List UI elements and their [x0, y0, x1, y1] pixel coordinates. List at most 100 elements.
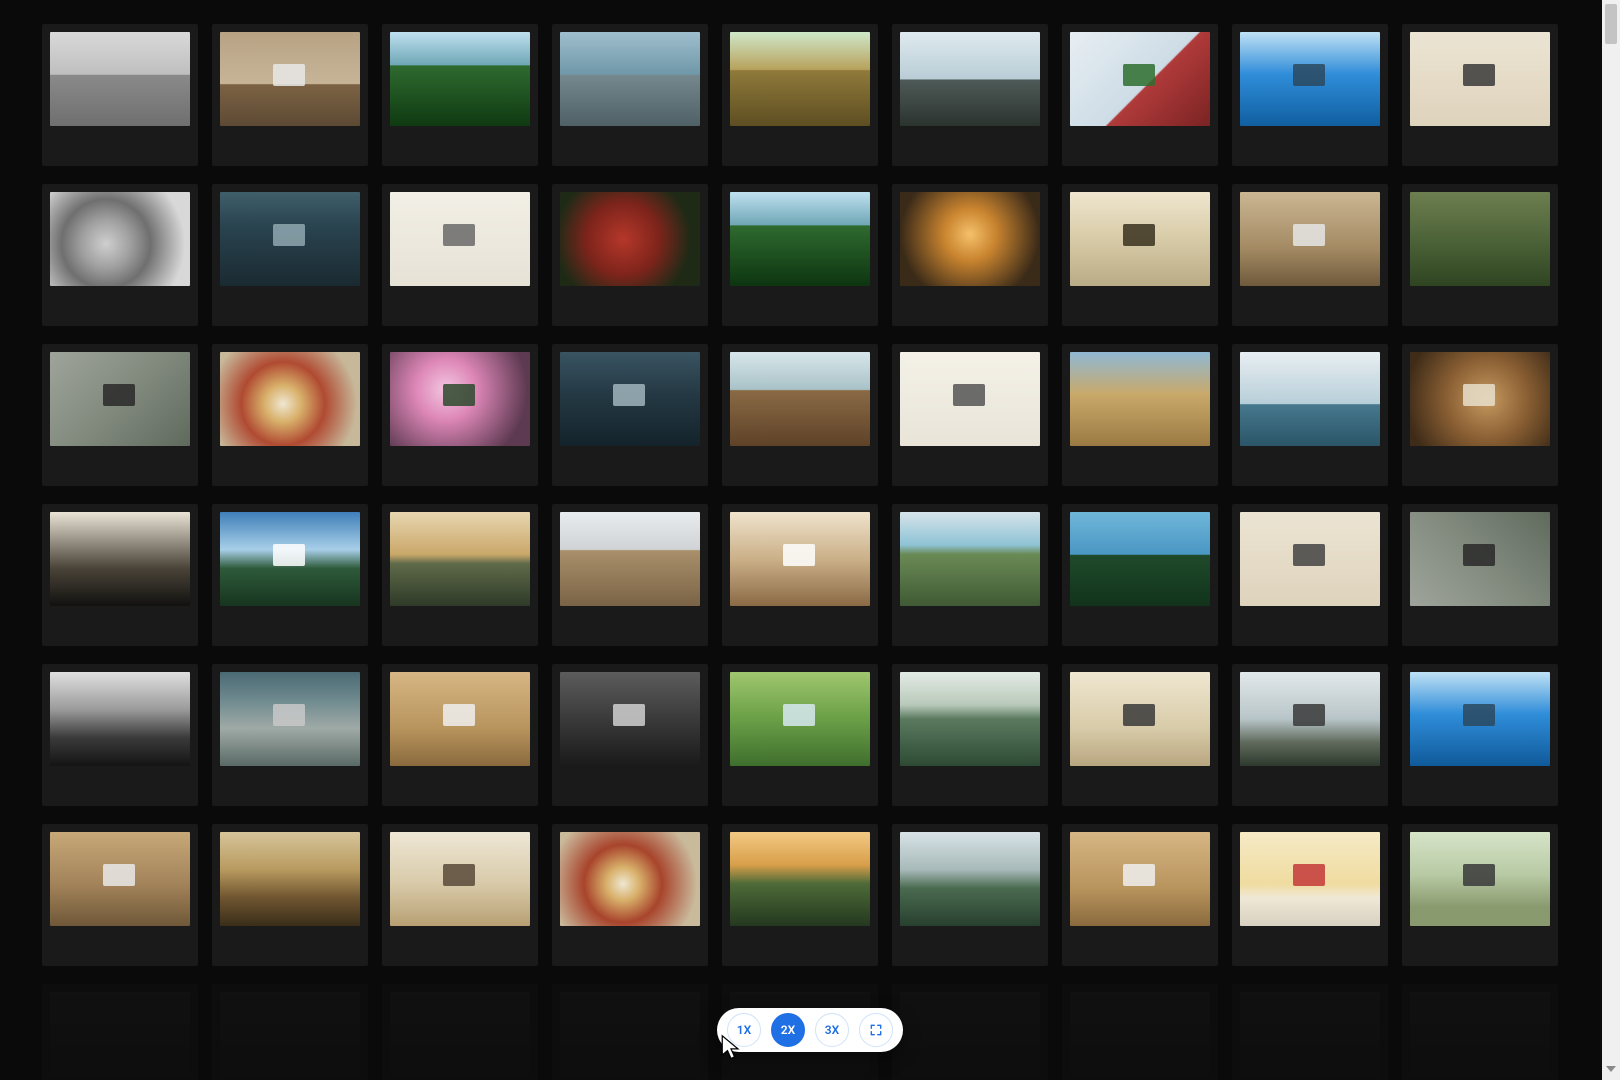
thumbnail-cell[interactable]	[1232, 24, 1388, 166]
thumbnail-accent	[1123, 864, 1155, 886]
thumbnail-accent	[273, 544, 305, 566]
thumbnail-cell[interactable]	[1062, 184, 1218, 326]
thumbnail-green-meadow	[730, 672, 870, 766]
thumbnail-berries-snow	[1240, 832, 1380, 926]
zoom-1x-button[interactable]: 1X	[727, 1013, 761, 1047]
thumbnail-hands-keyboard	[390, 832, 530, 926]
thumbnail-cell[interactable]	[1402, 184, 1558, 326]
thumbnail-cell[interactable]	[382, 824, 538, 966]
thumbnail-ornate-door	[220, 832, 360, 926]
thumbnail-row7-h	[1240, 992, 1380, 1080]
zoom-3x-label: 3X	[825, 1023, 839, 1037]
thumbnail-cell[interactable]	[892, 184, 1048, 326]
thumbnail-cell[interactable]	[892, 504, 1048, 646]
thumbnail-cell[interactable]	[722, 184, 878, 326]
thumbnail-cell[interactable]	[382, 24, 538, 166]
thumbnail-cell[interactable]	[42, 184, 198, 326]
thumbnail-cell[interactable]	[722, 824, 878, 966]
thumbnail-cell[interactable]	[722, 504, 878, 646]
thumbnail-cell[interactable]	[1062, 664, 1218, 806]
thumbnail-misty-trees	[1240, 672, 1380, 766]
vertical-scrollbar[interactable]	[1602, 0, 1620, 1080]
thumbnail-row7-a	[50, 992, 190, 1080]
thumbnail-cell[interactable]	[552, 184, 708, 326]
thumbnail-cell[interactable]	[722, 344, 878, 486]
thumbnail-cell[interactable]	[552, 24, 708, 166]
thumbnail-cell[interactable]	[42, 824, 198, 966]
thumbnail-red-flowers-sky	[1070, 32, 1210, 126]
thumbnail-cell[interactable]	[212, 984, 368, 1080]
thumbnail-cell[interactable]	[1062, 24, 1218, 166]
thumbnail-bamboo-fence	[730, 32, 870, 126]
zoom-2x-label: 2X	[781, 1023, 795, 1037]
thumbnail-person-on-road	[50, 352, 190, 446]
thumbnail-cell[interactable]	[1232, 344, 1388, 486]
thumbnail-cell[interactable]	[552, 504, 708, 646]
thumbnail-accent	[1463, 384, 1495, 406]
thumbnail-accent	[1293, 544, 1325, 566]
thumbnail-cell[interactable]	[552, 984, 708, 1080]
thumbnail-row7-c	[390, 992, 530, 1080]
thumbnail-cell[interactable]	[1402, 344, 1558, 486]
thumbnail-cell[interactable]	[382, 984, 538, 1080]
thumbnail-accent	[1293, 224, 1325, 246]
thumbnail-accent	[1463, 704, 1495, 726]
thumbnail-sandy-bokeh	[1070, 352, 1210, 446]
thumbnail-cherry-blossom	[390, 352, 530, 446]
thumbnail-cell[interactable]	[1062, 824, 1218, 966]
fullscreen-button[interactable]	[859, 1013, 893, 1047]
thumbnail-cell[interactable]	[1232, 664, 1388, 806]
thumbnail-cell[interactable]	[892, 984, 1048, 1080]
thumbnail-person-camera	[560, 672, 700, 766]
thumbnail-accent	[783, 704, 815, 726]
thumbnail-cell[interactable]	[1402, 24, 1558, 166]
thumbnail-cell[interactable]	[722, 664, 878, 806]
thumbnail-glowing-plant	[900, 192, 1040, 286]
thumbnail-cell[interactable]	[212, 344, 368, 486]
thumbnail-cell[interactable]	[1232, 984, 1388, 1080]
thumbnail-cell[interactable]	[892, 24, 1048, 166]
thumbnail-cell[interactable]	[1402, 664, 1558, 806]
scroll-down-arrow-icon[interactable]	[1606, 1066, 1616, 1076]
thumbnail-cell[interactable]	[1402, 504, 1558, 646]
thumbnail-cell[interactable]	[552, 824, 708, 966]
thumbnail-cell[interactable]	[212, 664, 368, 806]
thumbnail-cell[interactable]	[552, 344, 708, 486]
thumbnail-cell[interactable]	[722, 24, 878, 166]
thumbnail-cell[interactable]	[382, 664, 538, 806]
thumbnail-cell[interactable]	[892, 344, 1048, 486]
thumbnail-cell[interactable]	[382, 184, 538, 326]
thumbnail-cell[interactable]	[382, 504, 538, 646]
thumbnail-cell[interactable]	[1402, 824, 1558, 966]
thumbnail-treeline-blue	[1070, 512, 1210, 606]
thumbnail-sunset-field	[730, 832, 870, 926]
thumbnail-accent	[103, 384, 135, 406]
zoom-2x-button[interactable]: 2X	[771, 1013, 805, 1047]
thumbnail-cell[interactable]	[42, 344, 198, 486]
thumbnail-cell[interactable]	[892, 664, 1048, 806]
thumbnail-gadgets-flatlay-1	[390, 192, 530, 286]
thumbnail-cell[interactable]	[42, 984, 198, 1080]
thumbnail-cell[interactable]	[382, 344, 538, 486]
thumbnail-accent	[1463, 864, 1495, 886]
thumbnail-cell[interactable]	[42, 504, 198, 646]
thumbnail-alley-view	[560, 352, 700, 446]
thumbnail-cell[interactable]	[552, 664, 708, 806]
thumbnail-cell[interactable]	[1402, 984, 1558, 1080]
thumbnail-cell[interactable]	[212, 24, 368, 166]
thumbnail-cell[interactable]	[1062, 984, 1218, 1080]
thumbnail-cell[interactable]	[1232, 184, 1388, 326]
thumbnail-cell[interactable]	[42, 664, 198, 806]
scrollbar-thumb[interactable]	[1605, 4, 1617, 44]
thumbnail-cell[interactable]	[42, 24, 198, 166]
thumbnail-cell[interactable]	[1062, 504, 1218, 646]
thumbnail-cell[interactable]	[1062, 344, 1218, 486]
thumbnail-cell[interactable]	[1232, 504, 1388, 646]
thumbnail-cell[interactable]	[212, 504, 368, 646]
thumbnail-cell[interactable]	[892, 824, 1048, 966]
thumbnail-cell[interactable]	[212, 184, 368, 326]
zoom-3x-button[interactable]: 3X	[815, 1013, 849, 1047]
thumbnail-cell[interactable]	[1232, 824, 1388, 966]
thumbnail-cell[interactable]	[212, 824, 368, 966]
thumbnail-accent	[443, 704, 475, 726]
